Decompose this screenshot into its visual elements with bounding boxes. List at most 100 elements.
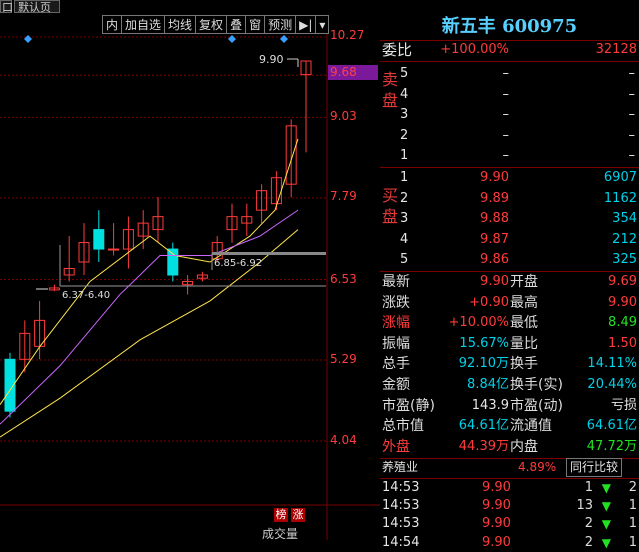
- toolbar-window-button[interactable]: 窗: [245, 15, 266, 34]
- quote-label: 金额: [382, 377, 410, 393]
- kline-chart[interactable]: 9.90 6.37-6.40 6.85-6.92: [0, 15, 380, 540]
- quote-label: 流通值: [510, 418, 552, 435]
- candle-body: [167, 248, 179, 276]
- tick-row: 14:53 9.90 13 ▼ 1: [380, 497, 639, 515]
- buy-volume: 1162: [603, 190, 637, 206]
- sell-level: 5: [400, 66, 409, 81]
- candle-body: [108, 248, 120, 251]
- quote-row: 最新 9.90 开盘 9.69: [380, 272, 639, 292]
- buy-row[interactable]: 1 9.90 6907: [380, 168, 639, 188]
- buy-volume: 212: [612, 231, 637, 247]
- stock-title: 新五丰 600975: [380, 15, 639, 39]
- quote-label: 换手(实): [510, 377, 563, 393]
- buy-volume: 6907: [603, 170, 637, 185]
- tick-price: 9.90: [482, 498, 511, 514]
- tab-default-page[interactable]: 默认页: [14, 0, 60, 14]
- buy-price: 9.87: [480, 231, 509, 247]
- quote-row: 市盈(静) 143.9 市盈(动) 亏损: [380, 396, 639, 416]
- quote-value: +10.00%: [448, 315, 509, 331]
- quote-row: 总手 92.10万 换手 14.11%: [380, 354, 639, 374]
- quote-label: 总市值: [382, 418, 424, 435]
- sell-row[interactable]: 3 – –: [380, 105, 639, 125]
- tick-price: 9.90: [482, 534, 511, 550]
- chart-toolbar: 内 加自选 均线 复权 叠 窗 预测 ▶| ▾: [102, 15, 330, 34]
- buy-level: 5: [400, 252, 409, 268]
- buy-row[interactable]: 5 9.86 325: [380, 250, 639, 270]
- list-badge[interactable]: 榜: [274, 508, 288, 522]
- tick-count: 1: [628, 516, 637, 532]
- toolbar-play-end-icon[interactable]: ▶|: [295, 15, 317, 34]
- quote-label: 量比: [510, 335, 538, 352]
- axis-tick-label: 7.79: [330, 189, 357, 203]
- toolbar-overlay-button[interactable]: 叠: [226, 15, 247, 34]
- quote-value: 亏损: [610, 397, 637, 413]
- down-arrow-icon: ▼: [601, 517, 611, 532]
- axis-tick-label: 6.53: [330, 272, 357, 286]
- quote-label: 市盈(动): [510, 397, 563, 414]
- buy-level: 2: [400, 190, 409, 206]
- industry-pct: 4.89%: [518, 460, 557, 474]
- compare-button[interactable]: 同行比较: [566, 458, 623, 477]
- volume-label[interactable]: 成交量: [262, 525, 298, 542]
- tick-volume: 2: [584, 516, 593, 532]
- quote-value: 64.61亿: [458, 418, 509, 434]
- quote-value: 143.9: [471, 397, 509, 413]
- buy-price: 9.90: [480, 170, 509, 185]
- axis-tick-label: 10.27: [330, 28, 365, 42]
- industry-name[interactable]: 养殖业: [382, 457, 418, 477]
- quote-row: 涨跌 +0.90 最高 9.90: [380, 293, 639, 313]
- sell-volume: –: [628, 107, 636, 123]
- quote-row: 涨幅 +10.00% 最低 8.49: [380, 313, 639, 333]
- sell-row[interactable]: 2 – –: [380, 126, 639, 146]
- industry-row: 养殖业 4.89% 同行比较: [380, 457, 639, 477]
- quote-label: 最低: [510, 315, 538, 332]
- window-tab-icon[interactable]: 口: [0, 0, 13, 14]
- buy-level: 1: [400, 170, 409, 185]
- buy-row[interactable]: 3 9.88 354: [380, 209, 639, 229]
- sell-row[interactable]: 5 – –: [380, 64, 639, 84]
- buy-row[interactable]: 2 9.89 1162: [380, 189, 639, 209]
- weibi-label: 委比: [382, 41, 413, 59]
- quote-label: 内盘: [510, 438, 538, 455]
- buy-volume: 325: [612, 252, 637, 268]
- quote-label: 开盘: [510, 274, 538, 290]
- buy-price: 9.88: [480, 211, 509, 227]
- sell-volume: –: [628, 127, 636, 143]
- quote-value: 64.61亿: [586, 418, 637, 434]
- axis-tick-label: 9.68: [328, 65, 378, 80]
- rise-badge[interactable]: 涨: [291, 508, 305, 522]
- tick-price: 9.90: [482, 480, 511, 495]
- sell-level: 4: [400, 86, 409, 102]
- toolbar-forecast-button[interactable]: 预测: [264, 15, 297, 34]
- buy-row[interactable]: 4 9.87 212: [380, 230, 639, 250]
- toolbar-rights-button[interactable]: 复权: [195, 15, 228, 34]
- sell-level: 3: [400, 107, 409, 123]
- quote-value: 14.11%: [587, 356, 637, 372]
- toolbar-inner-button[interactable]: 内: [102, 15, 123, 34]
- range-annotation-2: 6.85-6.92: [214, 258, 262, 269]
- quote-label: 市盈(静): [382, 397, 435, 414]
- down-arrow-icon: ▼: [601, 499, 611, 514]
- tick-time: 14:53: [382, 516, 420, 532]
- tick-row: 14:54 9.90 2 ▼ 1: [380, 534, 639, 552]
- top-tab-bar: 口 默认页: [0, 0, 639, 14]
- sell-level: 2: [400, 127, 409, 143]
- axis-tick-label: 4.04: [330, 433, 357, 447]
- tick-time: 14:53: [382, 480, 420, 495]
- sell-price: –: [502, 107, 510, 123]
- tick-price: 9.90: [482, 516, 511, 532]
- toolbar-ma-button[interactable]: 均线: [164, 15, 197, 34]
- candle-body: [93, 229, 105, 250]
- signal-diamond-icon: [280, 35, 288, 43]
- tick-row: 14:53 9.90 2 ▼ 1: [380, 515, 639, 533]
- tick-time: 14:53: [382, 498, 420, 514]
- weibi-row: 委比 +100.00% 32128: [380, 40, 639, 60]
- quote-label: 涨跌: [382, 294, 410, 311]
- sell-row[interactable]: 4 – –: [380, 85, 639, 105]
- buy-price: 9.89: [480, 190, 509, 206]
- quote-label: 总手: [382, 356, 410, 373]
- quote-value: 9.90: [480, 274, 509, 289]
- sell-row[interactable]: 1 – –: [380, 146, 639, 166]
- toolbar-add-favorite-button[interactable]: 加自选: [121, 15, 166, 34]
- quote-value: 8.84亿: [467, 377, 509, 392]
